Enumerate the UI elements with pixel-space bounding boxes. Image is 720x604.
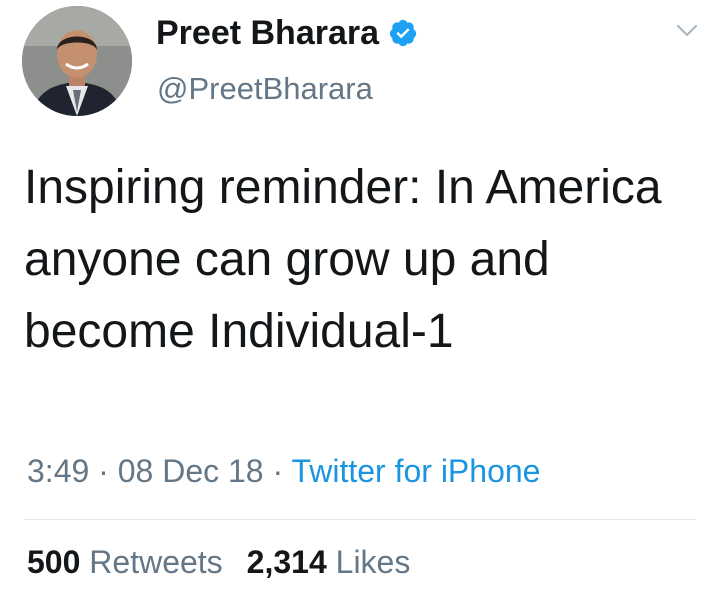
avatar-photo-icon — [22, 6, 132, 116]
author-display-name[interactable]: Preet Bharara — [156, 13, 379, 53]
retweets-label: Retweets — [89, 544, 223, 580]
retweets-count: 500 — [27, 544, 81, 580]
tweet-source-link[interactable]: Twitter for iPhone — [291, 453, 540, 489]
tweet-card: Preet Bharara @PreetBharara Inspiring re… — [0, 0, 720, 604]
tweet-date[interactable]: 08 Dec 18 — [118, 453, 264, 489]
tweet-text: Inspiring reminder: In America anyone ca… — [24, 161, 662, 358]
likes-label: Likes — [335, 544, 411, 580]
avatar[interactable] — [22, 6, 132, 116]
retweets-stat[interactable]: 500 Retweets — [27, 544, 223, 580]
tweet-meta: 3:49 · 08 Dec 18 · Twitter for iPhone — [27, 451, 540, 491]
meta-separator: · — [98, 453, 109, 489]
verified-badge-icon — [388, 18, 418, 48]
author-handle[interactable]: @PreetBharara — [157, 70, 373, 108]
author-name-row[interactable]: Preet Bharara — [156, 13, 418, 53]
divider — [24, 519, 696, 520]
tweet-time[interactable]: 3:49 — [27, 453, 89, 489]
chevron-down-icon[interactable] — [676, 24, 698, 38]
meta-separator: · — [272, 453, 284, 489]
likes-stat[interactable]: 2,314 Likes — [247, 544, 411, 580]
tweet-stats: 500 Retweets 2,314 Likes — [27, 542, 410, 582]
likes-count: 2,314 — [246, 544, 327, 580]
